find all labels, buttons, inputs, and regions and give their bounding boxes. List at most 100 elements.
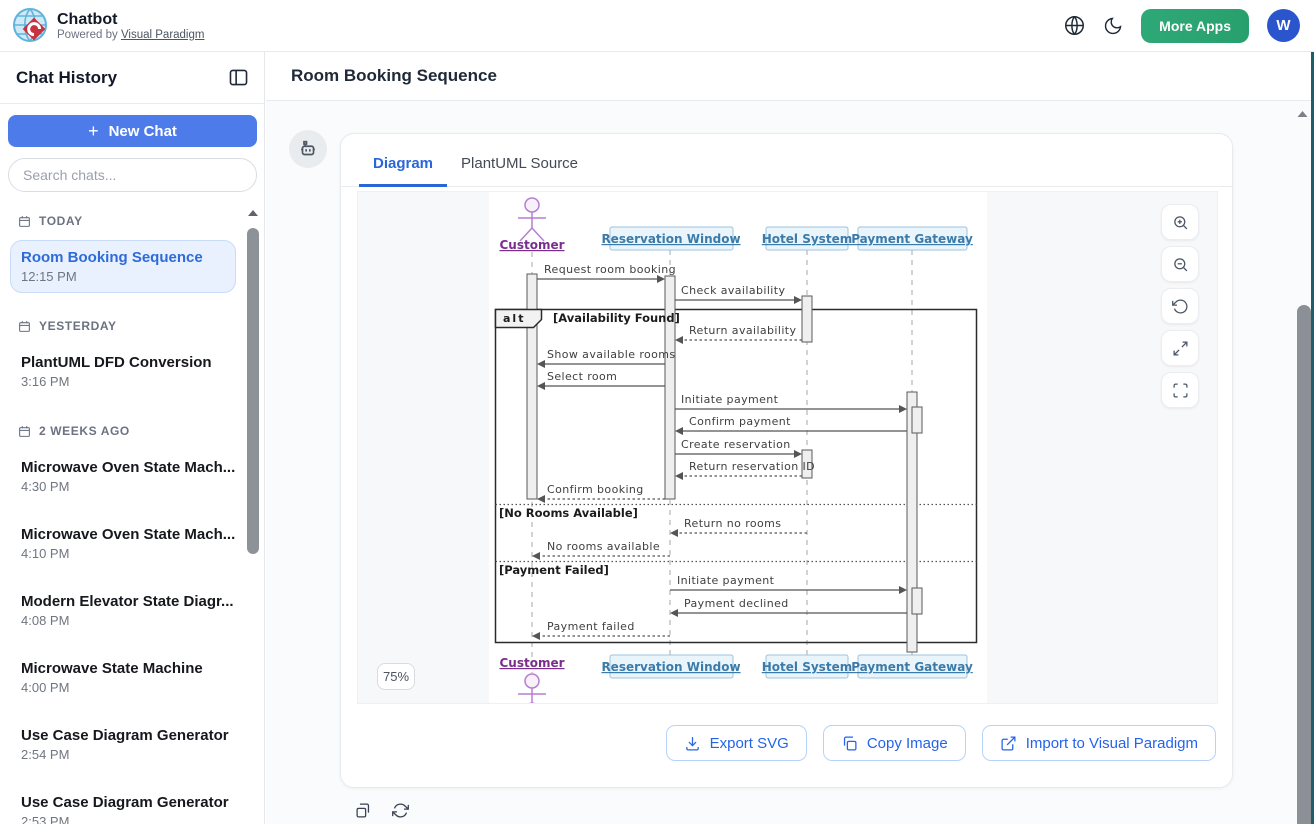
visual-paradigm-link[interactable]: Visual Paradigm bbox=[121, 29, 205, 41]
chat-item-microwave-oven-2[interactable]: Microwave Oven State Mach... 4:10 PM bbox=[10, 517, 236, 570]
participant-label-reservation-window[interactable]: Reservation Window bbox=[601, 232, 740, 246]
diagram-card: Diagram PlantUML Source bbox=[340, 133, 1233, 788]
chat-list: TODAY Room Booking Sequence 12:15 PM YES… bbox=[0, 200, 246, 824]
chat-group-header-yesterday: YESTERDAY bbox=[10, 319, 236, 333]
message-label: Payment declined bbox=[684, 597, 789, 610]
message-label: Select room bbox=[547, 370, 617, 383]
message-label: Initiate payment bbox=[677, 574, 775, 587]
chat-group-header-2-weeks: 2 WEEKS AGO bbox=[10, 424, 236, 438]
panel-toggle-icon bbox=[229, 69, 248, 86]
tab-bar: Diagram PlantUML Source bbox=[341, 134, 1232, 187]
main-titlebar: Room Booking Sequence bbox=[266, 52, 1314, 101]
copy-image-button[interactable]: Copy Image bbox=[823, 725, 966, 761]
calendar-icon bbox=[18, 320, 31, 333]
sidebar-title: Chat History bbox=[16, 68, 117, 88]
message-label: Confirm booking bbox=[547, 483, 644, 496]
download-icon bbox=[684, 735, 701, 752]
participants-bottom: Reservation Window Hotel System Payment … bbox=[601, 655, 973, 678]
tab-diagram[interactable]: Diagram bbox=[359, 155, 447, 186]
participants-top: Reservation Window Hotel System Payment … bbox=[601, 227, 973, 250]
regenerate-button[interactable] bbox=[392, 802, 409, 819]
collapse-sidebar-button[interactable] bbox=[229, 69, 248, 86]
chat-item-microwave-state-machine[interactable]: Microwave State Machine 4:00 PM bbox=[10, 651, 236, 704]
rotate-ccw-icon bbox=[1172, 298, 1189, 315]
chat-item-plantuml-dfd[interactable]: PlantUML DFD Conversion 3:16 PM bbox=[10, 345, 236, 398]
language-globe-button[interactable] bbox=[1064, 15, 1085, 36]
fullscreen-brackets-icon bbox=[1172, 382, 1189, 399]
sidebar-scroll-up-arrow[interactable] bbox=[247, 207, 259, 219]
visual-paradigm-logo-icon bbox=[12, 7, 49, 44]
chat-item-room-booking-sequence[interactable]: Room Booking Sequence 12:15 PM bbox=[10, 240, 236, 293]
diagram-actions: Export SVG Copy Image Import to Visual P… bbox=[666, 725, 1216, 761]
chat-item-use-case-1[interactable]: Use Case Diagram Generator 2:54 PM bbox=[10, 718, 236, 771]
message-label: Confirm payment bbox=[689, 415, 791, 428]
zoom-in-button[interactable] bbox=[1161, 204, 1199, 240]
new-chat-label: New Chat bbox=[109, 123, 177, 140]
participant-label-payment-gateway[interactable]: Payment Gateway bbox=[851, 660, 973, 674]
message-toolbar bbox=[355, 802, 409, 819]
page-scroll-up-arrow[interactable] bbox=[1296, 108, 1309, 120]
new-chat-button[interactable]: + New Chat bbox=[8, 115, 257, 147]
expand-arrows-icon bbox=[1172, 340, 1189, 357]
message-label: No rooms available bbox=[547, 540, 660, 553]
fit-screen-button[interactable] bbox=[1161, 330, 1199, 366]
message-label: Request room booking bbox=[544, 263, 676, 276]
search-chats-input[interactable] bbox=[8, 158, 257, 192]
actor-customer-figure-bottom bbox=[518, 674, 546, 704]
copy-icon bbox=[841, 735, 858, 752]
tab-plantuml-source[interactable]: PlantUML Source bbox=[447, 155, 592, 186]
fullscreen-button[interactable] bbox=[1161, 372, 1199, 408]
chat-item-modern-elevator[interactable]: Modern Elevator State Diagr... 4:08 PM bbox=[10, 584, 236, 637]
guard-availability-found: [Availability Found] bbox=[553, 311, 680, 325]
sequence-diagram-canvas: Request room booking Check availability … bbox=[489, 192, 987, 704]
robot-icon bbox=[297, 138, 319, 160]
page-scrollbar-thumb[interactable] bbox=[1297, 305, 1311, 824]
message-label: Return reservation ID bbox=[689, 460, 815, 473]
user-avatar[interactable]: W bbox=[1267, 9, 1300, 42]
actor-customer-label-top[interactable]: Customer bbox=[499, 238, 564, 252]
chat-group-header-today: TODAY bbox=[10, 214, 236, 228]
chat-item-microwave-oven-1[interactable]: Microwave Oven State Mach... 4:30 PM bbox=[10, 450, 236, 503]
more-apps-button[interactable]: More Apps bbox=[1141, 9, 1249, 43]
alt-operator-label: alt bbox=[503, 312, 525, 325]
import-to-visual-paradigm-button[interactable]: Import to Visual Paradigm bbox=[982, 725, 1216, 761]
diagram-zoom-controls bbox=[1161, 204, 1199, 408]
external-link-icon bbox=[1000, 735, 1017, 752]
zoom-level-badge: 75% bbox=[377, 663, 415, 690]
message-label: Payment failed bbox=[547, 620, 635, 633]
message-label: Return no rooms bbox=[684, 517, 781, 530]
diagram-viewport: Request room booking Check availability … bbox=[357, 191, 1218, 704]
plus-icon: + bbox=[88, 121, 99, 142]
app-title: Chatbot bbox=[57, 11, 204, 29]
sidebar-scrollbar-thumb[interactable] bbox=[247, 228, 259, 554]
reset-view-button[interactable] bbox=[1161, 288, 1199, 324]
calendar-icon bbox=[18, 425, 31, 438]
message-label: Return availability bbox=[689, 324, 797, 337]
participant-label-hotel-system[interactable]: Hotel System bbox=[762, 232, 852, 246]
copy-icon bbox=[355, 802, 372, 819]
chat-item-use-case-2[interactable]: Use Case Diagram Generator 2:53 PM bbox=[10, 785, 236, 824]
page-title: Room Booking Sequence bbox=[291, 66, 497, 86]
participant-label-reservation-window[interactable]: Reservation Window bbox=[601, 660, 740, 674]
main-content: Diagram PlantUML Source bbox=[266, 101, 1314, 824]
message-label: Create reservation bbox=[681, 438, 791, 451]
calendar-icon bbox=[18, 215, 31, 228]
zoom-in-icon bbox=[1172, 214, 1189, 231]
copy-message-button[interactable] bbox=[355, 802, 372, 819]
message-label: Initiate payment bbox=[681, 393, 779, 406]
participant-label-hotel-system[interactable]: Hotel System bbox=[762, 660, 852, 674]
message-label: Check availability bbox=[681, 284, 785, 297]
zoom-out-icon bbox=[1172, 256, 1189, 273]
zoom-out-button[interactable] bbox=[1161, 246, 1199, 282]
guard-no-rooms: [No Rooms Available] bbox=[499, 506, 638, 520]
chat-history-sidebar: Chat History + New Chat TODAY Room Booki… bbox=[0, 52, 265, 824]
bot-avatar bbox=[289, 130, 327, 168]
export-svg-button[interactable]: Export SVG bbox=[666, 725, 807, 761]
participant-label-payment-gateway[interactable]: Payment Gateway bbox=[851, 232, 973, 246]
powered-by: Powered by Visual Paradigm bbox=[57, 29, 204, 41]
app-header: Chatbot Powered by Visual Paradigm More … bbox=[0, 0, 1314, 52]
dark-mode-button[interactable] bbox=[1103, 16, 1123, 36]
actor-customer-label-bottom[interactable]: Customer bbox=[499, 656, 564, 670]
guard-payment-failed: [Payment Failed] bbox=[499, 563, 609, 577]
refresh-icon bbox=[392, 802, 409, 819]
